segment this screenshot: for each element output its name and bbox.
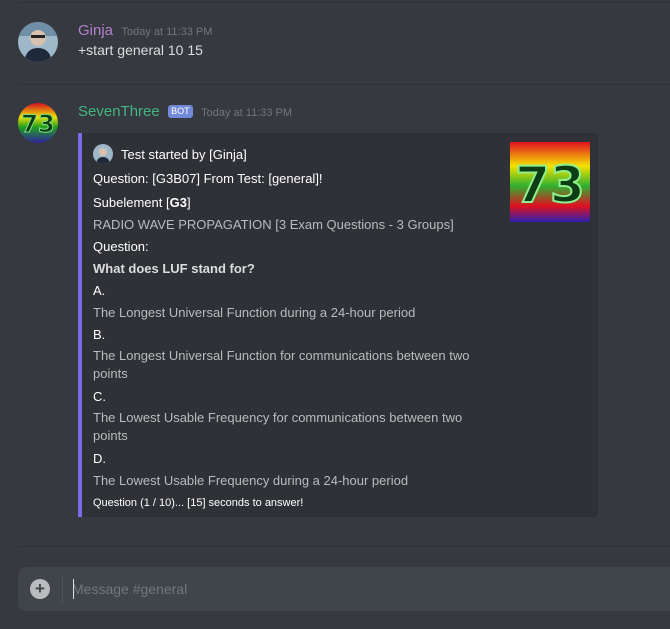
option-b-text: The Longest Universal Function for commu… [93, 348, 470, 381]
option-a-text: The Longest Universal Function during a … [93, 305, 416, 320]
option-d-letter: D. [93, 451, 106, 466]
embed-thumbnail[interactable]: 73 [510, 142, 590, 222]
embed-author-text: Test started by [Ginja] [121, 146, 247, 162]
option-d-text: The Lowest Usable Frequency during a 24-… [93, 473, 409, 488]
chat-messages: Ginja Today at 11:33 PM +start general 1… [0, 0, 670, 548]
bot-badge: BOT [168, 105, 193, 118]
composer-separator [62, 575, 63, 603]
subelement-suffix: ] [186, 195, 191, 210]
option-b-letter: B. [93, 327, 106, 342]
text-caret [73, 579, 74, 599]
message-content: +start general 10 15 [78, 42, 203, 58]
avatar-seventhree[interactable]: 73 [18, 103, 58, 143]
divider [18, 546, 670, 547]
embed-title: Question: [G3B07] From Test: [general]! [93, 171, 323, 186]
embed-footer: Question (1 / 10)... [15] seconds to ans… [93, 497, 304, 509]
option-c-letter: C. [93, 389, 106, 404]
message-ginja: Ginja Today at 11:33 PM +start general 1… [18, 22, 670, 82]
message-composer: + [18, 567, 670, 611]
timestamp: Today at 11:33 PM [201, 107, 293, 119]
plus-circle-icon[interactable]: + [30, 579, 50, 599]
author-name[interactable]: SevenThree [78, 103, 160, 120]
quiz-embed: Test started by [Ginja] 73 Question: [G3… [78, 133, 598, 517]
subelement-description: RADIO WAVE PROPAGATION [3 Exam Questions… [93, 217, 454, 232]
svg-text:73: 73 [21, 110, 54, 138]
divider [18, 84, 670, 85]
embed-author: Test started by [Ginja] [93, 144, 247, 164]
divider [18, 2, 670, 3]
option-a-letter: A. [93, 283, 106, 298]
subelement-line: Subelement [G3] [93, 195, 191, 210]
avatar-ginja[interactable] [18, 22, 58, 62]
embed-author-avatar [93, 144, 113, 164]
author-name[interactable]: Ginja [78, 22, 113, 39]
question-label: Question: [93, 239, 149, 254]
thumbnail-text: 73 [515, 156, 585, 214]
timestamp: Today at 11:33 PM [121, 26, 213, 38]
subelement-prefix: Subelement [ [93, 195, 170, 210]
option-c-text: The Lowest Usable Frequency for communic… [93, 410, 463, 443]
message-input[interactable] [72, 567, 652, 611]
question-text: What does LUF stand for? [93, 261, 255, 276]
subelement-code: G3 [169, 195, 187, 210]
